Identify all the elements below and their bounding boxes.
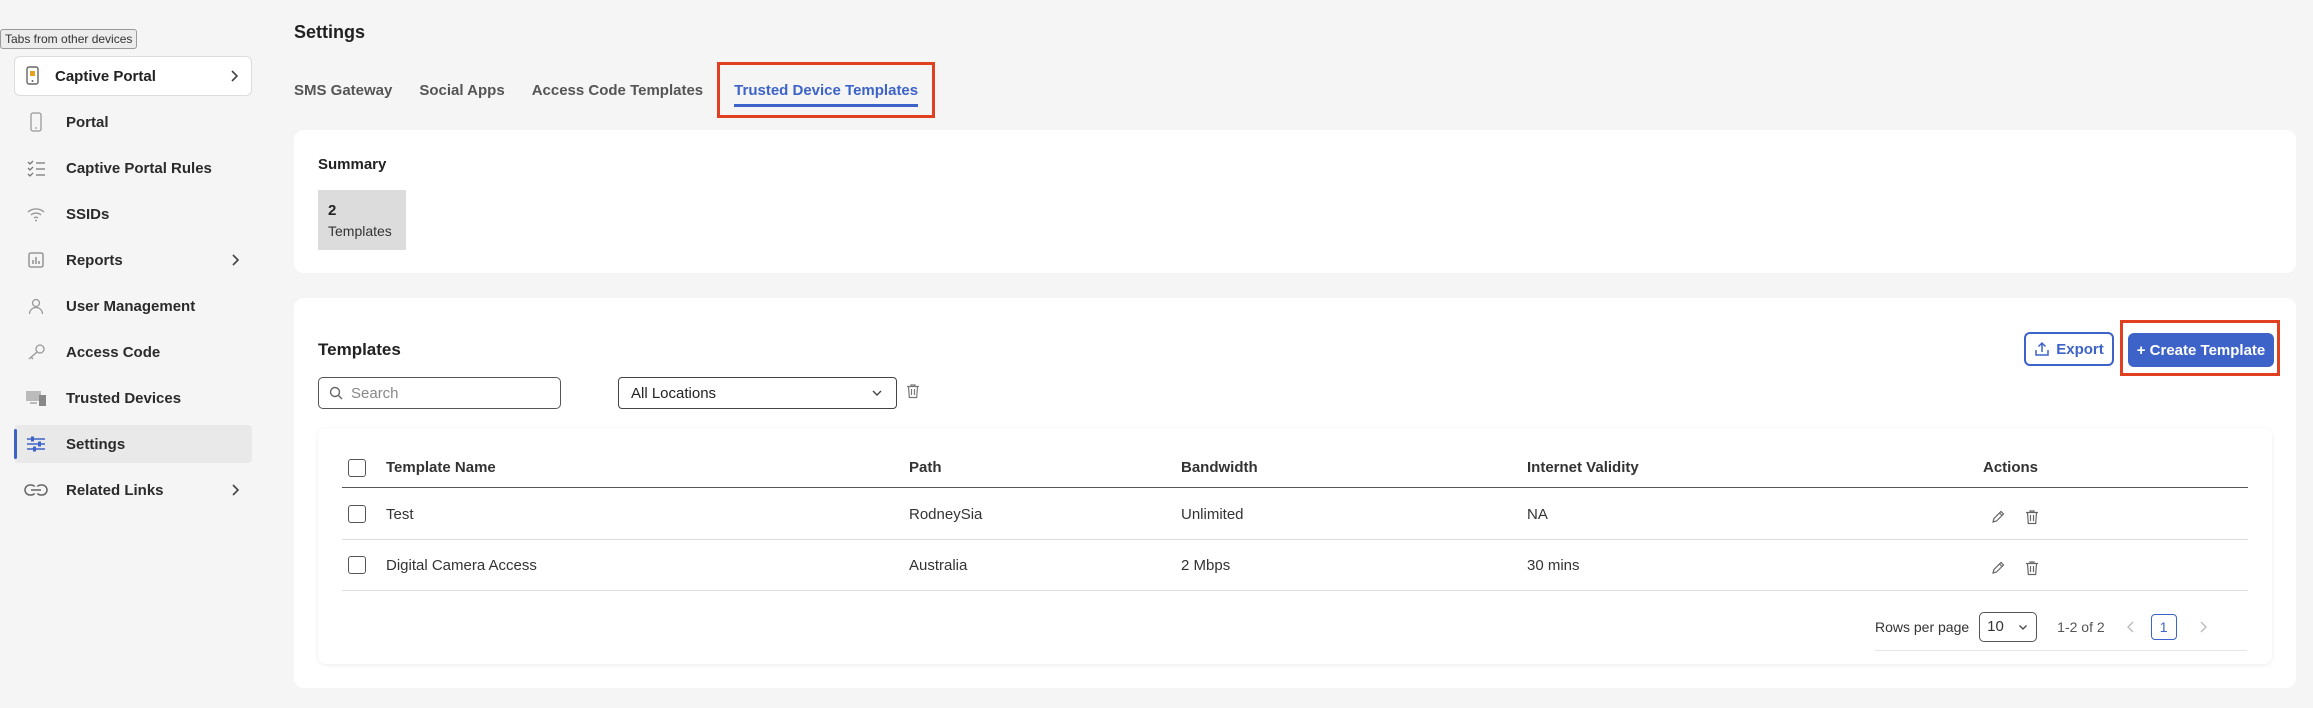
sidebar-item-label: Trusted Devices — [66, 389, 182, 407]
column-internet-validity[interactable]: Internet Validity — [1527, 448, 1639, 487]
sidebar-item-settings[interactable]: Settings — [14, 425, 252, 463]
chevron-right-icon — [225, 67, 243, 85]
location-value: All Locations — [631, 384, 717, 402]
table-row[interactable]: Test RodneySia Unlimited NA — [342, 489, 2248, 540]
sidebar-item-label: Related Links — [66, 481, 164, 499]
templates-title: Templates — [318, 340, 401, 359]
chevron-down-icon — [870, 386, 884, 400]
sidebar-group-captive-portal[interactable]: Captive Portal — [14, 56, 252, 96]
pagination-range: 1-2 of 2 — [2057, 618, 2105, 635]
sidebar-item-related-links[interactable]: Related Links — [14, 471, 252, 509]
report-chart-icon — [24, 248, 48, 272]
sidebar-item-access-code[interactable]: Access Code — [14, 333, 252, 371]
sidebar-item-user-management[interactable]: User Management — [14, 287, 252, 325]
row-checkbox[interactable] — [348, 556, 366, 574]
user-icon — [24, 294, 48, 318]
chevron-right-icon — [226, 481, 244, 499]
sidebar-item-label: SSIDs — [66, 205, 110, 223]
edit-pencil-icon[interactable] — [1991, 510, 2005, 524]
sidebar: Captive Portal Tabs from other devices P… — [0, 0, 270, 708]
cell-bandwidth: Unlimited — [1181, 505, 1244, 523]
create-template-button[interactable]: + Create Template — [2128, 333, 2274, 367]
tab-label: Trusted Device Templates — [734, 72, 918, 109]
devices-icon — [24, 386, 48, 410]
row-checkbox[interactable] — [348, 505, 366, 523]
stat-count: 2 — [328, 202, 337, 219]
summary-card: Summary 2 Templates — [294, 130, 2296, 273]
column-template-name[interactable]: Template Name — [386, 448, 496, 487]
export-button[interactable]: Export — [2024, 332, 2114, 366]
link-icon — [24, 478, 48, 502]
main-content: Settings SMS Gateway Social Apps Access … — [294, 0, 2313, 708]
current-page-button[interactable]: 1 — [2150, 613, 2177, 640]
wifi-icon — [24, 202, 48, 226]
settings-tabs: SMS Gateway Social Apps Access Code Temp… — [294, 62, 962, 118]
summary-title: Summary — [318, 156, 387, 173]
tab-trusted-device-templates[interactable]: Trusted Device Templates — [717, 62, 936, 118]
tabs-tooltip: Tabs from other devices — [0, 29, 138, 49]
sidebar-item-label: Settings — [66, 435, 126, 453]
chevron-down-icon — [2017, 621, 2029, 633]
tab-social-apps[interactable]: Social Apps — [419, 62, 504, 118]
checklist-icon — [24, 156, 48, 180]
rows-per-page-value: 10 — [1987, 618, 2004, 635]
create-template-highlight: + Create Template — [2120, 320, 2280, 376]
sidebar-item-label: Reports — [66, 251, 123, 269]
sidebar-item-reports[interactable]: Reports — [14, 241, 252, 279]
table-row[interactable]: Digital Camera Access Australia 2 Mbps 3… — [342, 540, 2248, 591]
cell-path: Australia — [909, 556, 968, 574]
select-all-checkbox[interactable] — [348, 458, 366, 477]
rows-per-page-select[interactable]: 10 — [1979, 611, 2038, 642]
search-input[interactable] — [351, 384, 541, 402]
column-path[interactable]: Path — [909, 448, 942, 487]
tab-access-code-templates[interactable]: Access Code Templates — [532, 62, 703, 118]
sidebar-item-ssids[interactable]: SSIDs — [14, 195, 252, 233]
tab-sms-gateway[interactable]: SMS Gateway — [294, 62, 392, 118]
rows-per-page-label: Rows per page — [1875, 618, 1970, 635]
sidebar-item-label: Captive Portal Rules — [66, 159, 212, 177]
sidebar-item-label: Access Code — [66, 343, 161, 361]
location-select[interactable]: All Locations — [618, 377, 897, 409]
sidebar-item-label: User Management — [66, 297, 196, 315]
previous-page-chevron-icon[interactable] — [2125, 620, 2137, 634]
column-bandwidth[interactable]: Bandwidth — [1181, 448, 1258, 487]
delete-trash-icon[interactable] — [2025, 509, 2039, 525]
sliders-icon — [24, 432, 48, 456]
templates-count-stat[interactable]: 2 Templates — [318, 190, 406, 250]
search-box — [318, 377, 561, 409]
captive-portal-icon — [25, 66, 41, 86]
sidebar-item-captive-portal-rules[interactable]: Captive Portal Rules — [14, 149, 252, 187]
export-icon — [2034, 341, 2050, 357]
sidebar-item-label: Portal — [66, 113, 109, 131]
export-label: Export — [2056, 340, 2104, 358]
chevron-right-icon — [226, 251, 244, 269]
templates-table: Template Name Path Bandwidth Internet Va… — [318, 428, 2272, 664]
page-title: Settings — [294, 22, 366, 42]
clear-filter-trash-icon[interactable] — [906, 383, 920, 399]
cell-template-name: Test — [386, 505, 414, 523]
cell-internet-validity: NA — [1527, 505, 1548, 523]
stat-caption: Templates — [328, 223, 392, 239]
delete-trash-icon[interactable] — [2025, 560, 2039, 576]
cell-template-name: Digital Camera Access — [386, 556, 537, 574]
edit-pencil-icon[interactable] — [1991, 561, 2005, 575]
pagination: Rows per page 10 1-2 of 2 1 — [1875, 603, 2247, 651]
cell-path: RodneySia — [909, 505, 983, 523]
sidebar-item-portal[interactable]: Portal — [14, 103, 252, 141]
sidebar-group-label: Captive Portal — [55, 67, 156, 85]
next-page-chevron-icon[interactable] — [2197, 620, 2209, 634]
column-actions: Actions — [1983, 459, 2039, 476]
templates-card: Templates Export + Create Template All L… — [294, 298, 2296, 688]
search-icon — [329, 386, 343, 400]
phone-icon — [24, 110, 48, 134]
table-header: Template Name Path Bandwidth Internet Va… — [342, 448, 2248, 488]
cell-internet-validity: 30 mins — [1527, 556, 1580, 574]
key-icon — [24, 340, 48, 364]
cell-bandwidth: 2 Mbps — [1181, 556, 1231, 574]
sidebar-item-trusted-devices[interactable]: Trusted Devices — [14, 379, 252, 417]
